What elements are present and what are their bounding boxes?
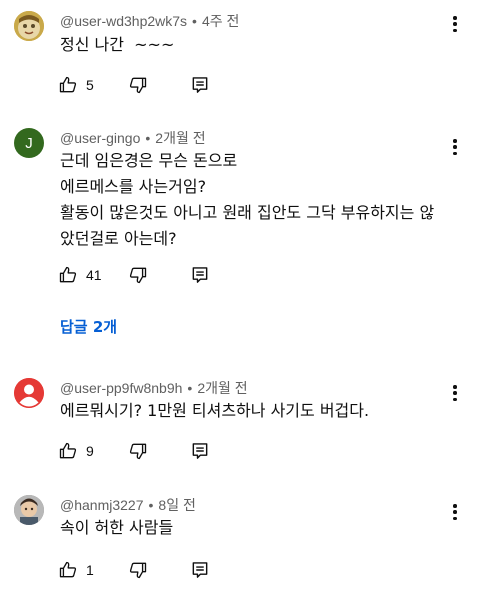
default-user-icon [14,378,44,408]
thumb-up-icon [59,561,77,578]
thumb-up-icon [59,442,77,459]
dislike-button[interactable] [128,263,148,287]
comment-meta: @user-gingo • 2개월 전 [60,128,206,148]
reply-icon [192,267,208,283]
timestamp: 8일 전 [158,497,196,513]
author-name[interactable]: @hanmj3227 [60,497,144,513]
thumb-down-icon [129,562,147,579]
separator-dot: • [187,380,193,396]
avatar-photo [14,11,44,41]
dislike-button[interactable] [128,73,148,97]
more-vert-icon[interactable] [450,502,460,522]
author-name[interactable]: @user-pp9fw8nb9h [60,380,182,396]
like-count: 1 [86,562,94,578]
reply-button[interactable] [190,439,210,463]
thumb-up-icon [59,266,77,283]
more-vert-icon[interactable] [450,14,460,34]
thumb-down-icon [129,443,147,460]
comment-text: 속이 허한 사람들 [60,518,174,537]
view-replies-button[interactable]: 답글 2개 [60,316,117,337]
separator-dot: • [192,13,197,29]
thumb-down-icon [129,267,147,284]
like-count: 9 [86,443,94,459]
avatar[interactable] [14,378,44,408]
dislike-button[interactable] [128,558,148,582]
avatar[interactable] [14,495,44,525]
thumb-down-icon [129,77,147,94]
comment-text: 에르뭐시기? 1만원 티셔츠하나 사기도 버겁다. [60,401,370,420]
comment-meta: @user-pp9fw8nb9h • 2개월 전 [60,378,248,398]
author-name[interactable]: @user-gingo [60,130,140,146]
comment-text: 근데 임은경은 무슨 돈으로 에르메스를 사는거임? 활동이 많은것도 아니고 … [60,151,435,248]
avatar[interactable]: J [14,128,44,158]
separator-dot: • [148,497,154,513]
reply-button[interactable] [190,558,210,582]
like-button[interactable]: 41 [58,263,102,287]
like-button[interactable]: 1 [58,558,94,582]
like-count: 41 [86,267,102,283]
reply-icon [192,77,208,93]
avatar-photo [14,495,44,525]
like-count: 5 [86,77,94,93]
reply-icon [192,562,208,578]
avatar[interactable] [14,11,44,41]
timestamp: 2개월 전 [197,380,248,396]
dislike-button[interactable] [128,439,148,463]
reply-button[interactable] [190,263,210,287]
separator-dot: • [145,130,151,146]
reply-icon [192,443,208,459]
reply-button[interactable] [190,73,210,97]
like-button[interactable]: 9 [58,439,94,463]
avatar-initial: J [25,134,33,152]
more-vert-icon[interactable] [450,383,460,403]
timestamp: 4주 전 [201,13,240,29]
like-button[interactable]: 5 [58,73,94,97]
thumb-up-icon [59,76,77,93]
author-name[interactable]: @user-wd3hp2wk7s [60,13,187,29]
comment-text: 정신 나간 ~~~ [60,35,175,54]
comment-meta: @hanmj3227 • 8일 전 [60,495,196,515]
more-vert-icon[interactable] [450,137,460,157]
comment-meta: @user-wd3hp2wk7s • 4주 전 [60,11,239,31]
timestamp: 2개월 전 [155,130,206,146]
